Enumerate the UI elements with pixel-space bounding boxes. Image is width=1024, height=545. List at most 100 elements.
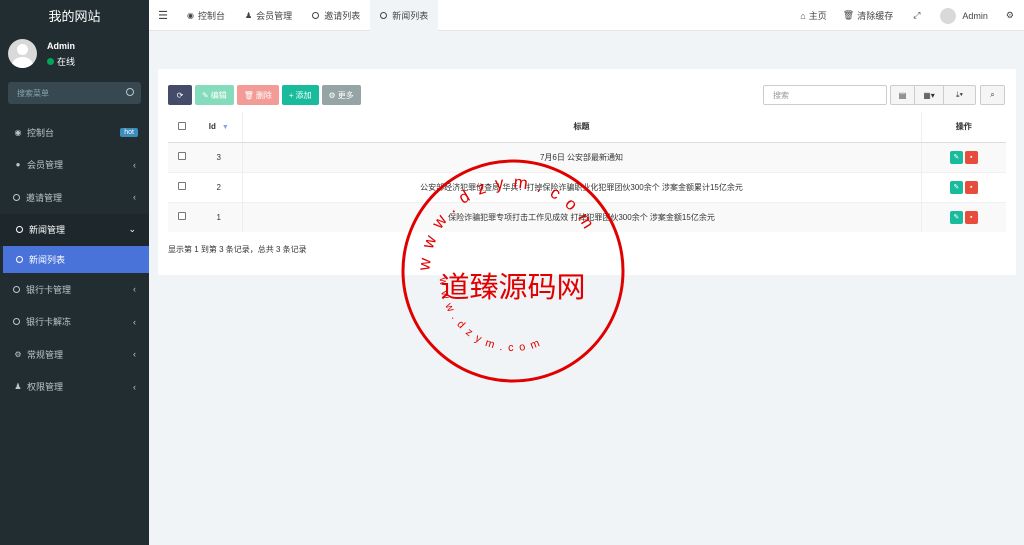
fullscreen-icon[interactable]: ⤢: [901, 10, 932, 21]
export-button[interactable]: ⤓▾: [944, 85, 976, 105]
menu-search-input[interactable]: [8, 82, 141, 104]
trash-icon: 🗑: [842, 10, 855, 20]
sidebar-item-label: 权限管理: [27, 382, 64, 393]
chevron-left-icon: ‹: [133, 316, 136, 327]
trash-icon: ▪: [970, 213, 973, 221]
sidebar-item-bankcards[interactable]: 银行卡管理 ‹: [0, 273, 149, 306]
refresh-icon: ⟳: [176, 90, 184, 100]
settings-icon[interactable]: ⚙: [996, 10, 1024, 21]
sidebar-item-dashboard[interactable]: ◉ 控制台 hot: [0, 116, 149, 149]
op-cell: ✎ ▪: [920, 141, 1006, 172]
stamp-url-bottom: www.dzym.com: [437, 276, 547, 354]
delete-button[interactable]: 🗑 删除: [236, 85, 279, 105]
refresh-button[interactable]: ⟳: [168, 85, 192, 105]
title-cell: 保险诈骗犯罪专项打击工作见成效 打掉犯罪团伙300余个 涉案金额15亿余元: [241, 201, 921, 232]
pencil-icon: ✎: [953, 213, 960, 221]
sidebar-item-members[interactable]: ● 会员管理 ‹: [0, 149, 149, 182]
table-header-row: Id ▼ 标题 操作: [168, 112, 1006, 143]
pencil-icon: ✎: [953, 183, 960, 191]
id-cell: 3: [196, 141, 242, 172]
circle-icon: [16, 256, 23, 263]
add-button[interactable]: + 添加: [281, 85, 319, 105]
home-icon: ⌂: [800, 10, 806, 21]
sidebar-item-permissions[interactable]: ♟ 权限管理 ‹: [0, 371, 149, 404]
online-dot-icon: [47, 58, 54, 65]
more-button[interactable]: ⚙ 更多: [321, 85, 361, 105]
user-status: 在线: [47, 55, 75, 68]
chevron-left-icon: ‹: [133, 381, 136, 392]
circle-icon: [13, 193, 20, 201]
chevron-left-icon: ‹: [133, 349, 136, 360]
stamp-title: 道臻源码网: [440, 270, 585, 304]
row-delete-button[interactable]: ▪: [964, 180, 978, 194]
sidebar-item-label: 银行卡管理: [26, 284, 72, 295]
tab-dashboard[interactable]: ◉ 控制台: [177, 0, 235, 31]
row-edit-button[interactable]: ✎: [949, 150, 963, 164]
tab-label: 新闻列表: [392, 10, 429, 21]
sidebar-item-label: 邀请管理: [26, 192, 63, 203]
row-checkbox[interactable]: [178, 152, 186, 160]
circle-icon: [13, 318, 20, 326]
sidebar-item-bankcard-unfreeze[interactable]: 银行卡解冻 ‹: [0, 306, 149, 339]
clear-cache-button[interactable]: 🗑 清除缓存: [835, 9, 901, 22]
home-link[interactable]: ⌂ 主页: [792, 9, 834, 22]
trash-icon: 🗑: [243, 90, 254, 100]
row-edit-button[interactable]: ✎: [949, 210, 963, 224]
row-checkbox-cell: [168, 201, 196, 232]
search-icon: ⌕: [990, 90, 995, 99]
user-menu[interactable]: Admin: [932, 7, 996, 24]
gear-icon: ⚙: [328, 90, 336, 100]
chevron-left-icon: ‹: [133, 159, 136, 170]
toggle-view-button[interactable]: ▤: [890, 85, 915, 105]
top-header: ☰ ◉ 控制台 ♟ 会员管理 邀请列表 新闻列表 ⌂ 主页 🗑 清除缓存 ⤢ Admin…: [149, 0, 1024, 31]
op-header-label: 操作: [955, 122, 972, 132]
row-checkbox[interactable]: [178, 212, 186, 221]
table-search-input[interactable]: 搜索: [763, 85, 887, 105]
sidebar-item-label: 新闻列表: [29, 255, 66, 265]
user-menu-label: Admin: [962, 10, 988, 21]
table-row: 3 7月6日 公安部最新通知 ✎ ▪: [168, 141, 1006, 172]
news-table: Id ▼ 标题 操作 3 7月6日 公安部最新通知 ✎ ▪ 2 公安部经济犯罪侦查局…: [168, 112, 1006, 232]
title-cell: 公安部经济犯罪侦查局 华兵：打掉保险诈骗职业化犯罪团伙300余个 涉案金额累计1…: [241, 171, 921, 202]
tab-news-list[interactable]: 新闻列表: [370, 0, 439, 31]
tab-members[interactable]: ♟ 会员管理: [235, 0, 302, 31]
table-row: 2 公安部经济犯罪侦查局 华兵：打掉保险诈骗职业化犯罪团伙300余个 涉案金额累…: [168, 171, 1006, 202]
table-view-icon: ▤: [898, 90, 907, 100]
title-header-label: 标题: [573, 122, 590, 132]
row-delete-button[interactable]: ▪: [964, 150, 978, 164]
sidebar-item-news[interactable]: 新闻管理 ⌄: [0, 213, 149, 246]
row-edit-button[interactable]: ✎: [949, 180, 963, 194]
edit-label: 编辑: [210, 90, 227, 100]
row-checkbox[interactable]: [178, 182, 186, 190]
id-column-header[interactable]: Id ▼: [196, 112, 242, 143]
sidebar-item-invites[interactable]: 邀请管理 ‹: [0, 181, 149, 214]
advanced-search-button[interactable]: ⌕: [980, 85, 1005, 105]
sidebar-item-general[interactable]: ⚙ 常规管理 ‹: [0, 338, 149, 371]
user-panel: Admin 在线: [0, 35, 149, 77]
hot-badge: hot: [120, 127, 138, 137]
columns-button[interactable]: ▦▾: [915, 85, 944, 105]
chevron-down-icon: ⌄: [128, 224, 136, 235]
select-all-checkbox[interactable]: [178, 121, 186, 130]
more-label: 更多: [337, 90, 354, 100]
edit-button[interactable]: ✎ 编辑: [195, 85, 234, 105]
tab-label: 会员管理: [256, 10, 293, 21]
pencil-icon: ✎: [953, 153, 960, 161]
avatar: [940, 7, 957, 24]
site-logo[interactable]: 我的网站: [0, 0, 149, 31]
circle-icon: [380, 11, 388, 19]
table-row: 1 保险诈骗犯罪专项打击工作见成效 打掉犯罪团伙300余个 涉案金额15亿余元 …: [168, 201, 1006, 232]
user-status-label: 在线: [57, 57, 76, 67]
sidebar: 我的网站 Admin 在线 ◉ 控制台 hot ● 会员管理 ‹ 邀请管理 ‹ 新闻管理 ⌄…: [0, 0, 149, 545]
op-column-header: 操作: [920, 112, 1006, 143]
tab-invites[interactable]: 邀请列表: [302, 0, 370, 31]
title-column-header: 标题: [241, 112, 921, 143]
clear-cache-label: 清除缓存: [857, 11, 894, 21]
row-delete-button[interactable]: ▪: [964, 210, 978, 224]
menu-toggle-icon[interactable]: ☰: [149, 9, 177, 22]
delete-label: 删除: [255, 90, 272, 100]
sidebar-item-label: 会员管理: [27, 160, 64, 171]
home-label: 主页: [808, 11, 827, 21]
search-icon[interactable]: [126, 88, 134, 96]
sidebar-item-news-list[interactable]: 新闻列表: [3, 246, 149, 273]
